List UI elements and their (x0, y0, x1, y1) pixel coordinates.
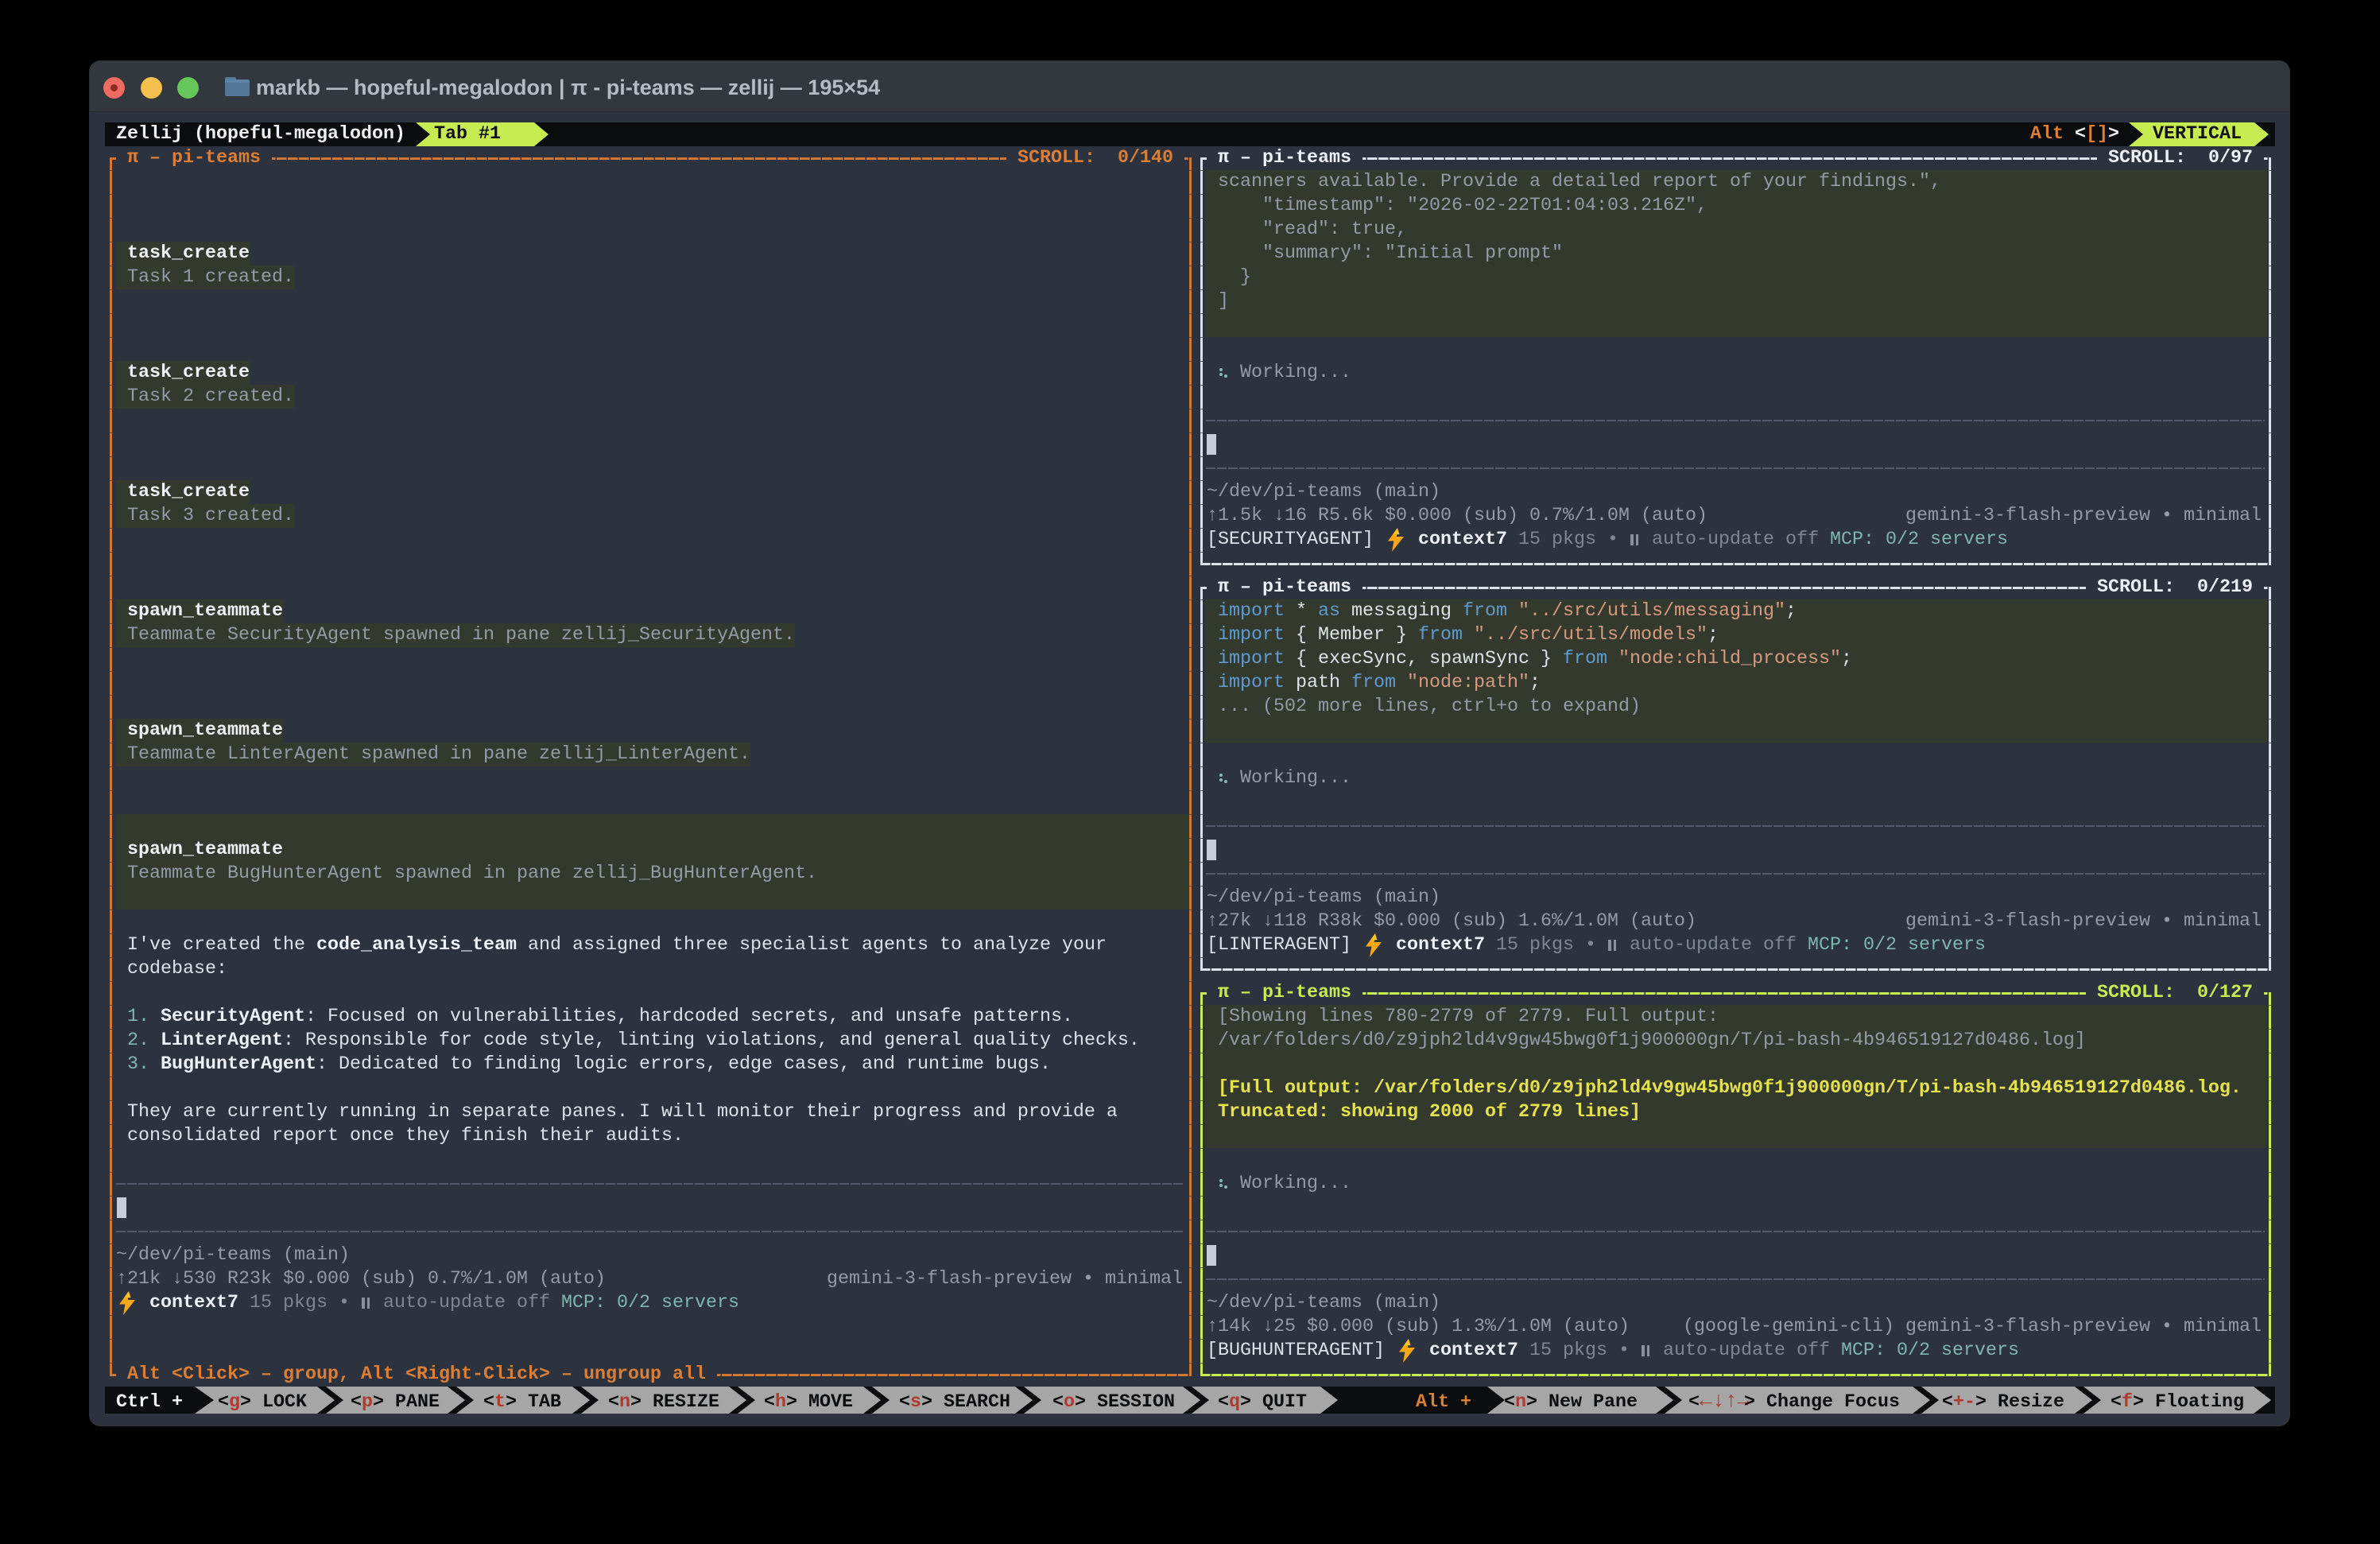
svg-text:<n> RESIZE: <n> RESIZE (608, 1392, 719, 1413)
svg-text:> Change Focus: > Change Focus (1744, 1392, 1900, 1413)
svg-text:<o> SESSION: <o> SESSION (1052, 1392, 1175, 1413)
svg-text:<g> LOCK: <g> LOCK (218, 1392, 307, 1413)
svg-text:Alt +: Alt + (1416, 1392, 1471, 1413)
svg-text:<q> QUIT: <q> QUIT (1218, 1392, 1307, 1413)
svg-text:<p> PANE: <p> PANE (351, 1392, 440, 1413)
svg-text:<f> Floating: <f> Floating (2111, 1392, 2244, 1413)
svg-text:<n> New Pane: <n> New Pane (1504, 1392, 1638, 1413)
svg-text:<+-> Resize: <+-> Resize (1942, 1392, 2064, 1413)
svg-text:<h> MOVE: <h> MOVE (764, 1392, 853, 1413)
svg-text:<: < (1688, 1392, 1700, 1413)
svg-text:Ctrl +: Ctrl + (116, 1392, 183, 1413)
svg-text:<s> SEARCH: <s> SEARCH (899, 1392, 1010, 1413)
svg-text:←↓↑→: ←↓↑→ (1700, 1389, 1750, 1413)
svg-text:<t> TAB: <t> TAB (483, 1392, 561, 1413)
